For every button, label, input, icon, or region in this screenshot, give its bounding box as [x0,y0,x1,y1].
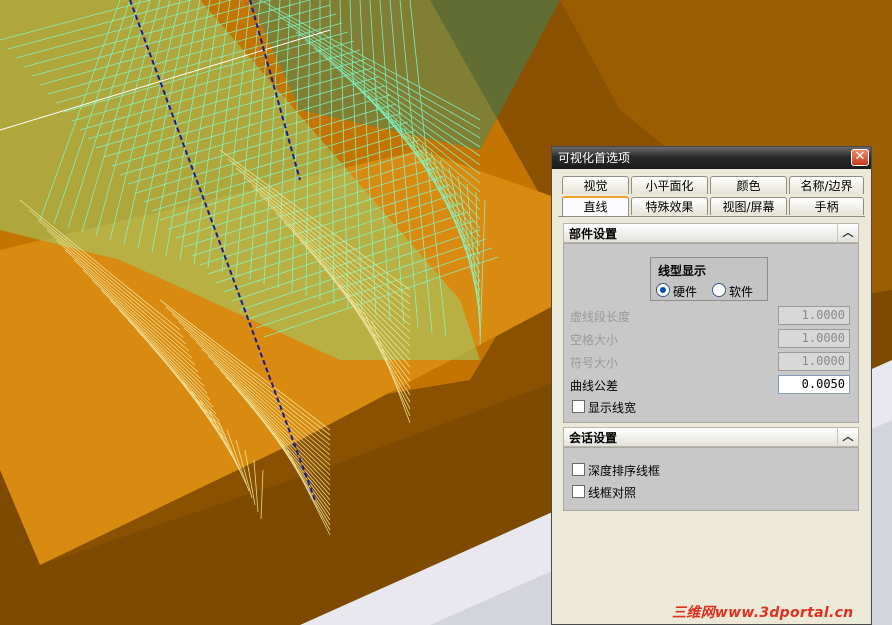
tab-handles[interactable]: 手柄 [789,197,864,215]
radio-software[interactable] [712,283,726,297]
depth-sort-wireframe-label: 深度排序线框 [588,464,661,478]
part-settings-header[interactable]: 部件设置 ︿ [563,223,859,243]
part-settings-title: 部件设置 [569,227,618,241]
show-line-width-checkbox[interactable] [572,400,585,413]
radio-hardware[interactable] [656,283,670,297]
collapse-chevron-icon[interactable]: ︿ [837,427,858,447]
tab-faceting[interactable]: 小平面化 [631,176,708,194]
tab-visual[interactable]: 视觉 [562,176,629,194]
linetype-display-group: 线型显示 硬件 软件 [650,257,768,301]
session-settings-header[interactable]: 会话设置 ︿ [563,427,859,447]
visualization-preferences-dialog: 可视化首选项 ✕ 视觉 小平面化 颜色 名称/边界 直线 特殊效果 视图/屏幕 … [551,146,872,625]
tab-divider [558,216,865,217]
dash-length-input[interactable]: 1.0000 [778,306,850,325]
tab-color[interactable]: 颜色 [710,176,787,194]
site-watermark: 三维网www.3dportal.cn [672,605,854,621]
radio-hardware-label: 硬件 [673,285,698,299]
linetype-group-title: 线型显示 [658,264,707,278]
collapse-chevron-icon[interactable]: ︿ [837,223,858,243]
symbol-size-label: 符号大小 [570,356,619,370]
session-settings-title: 会话设置 [569,431,618,445]
symbol-size-input[interactable]: 1.0000 [778,352,850,371]
wireframe-contrast-checkbox[interactable] [572,485,585,498]
tab-special-effects[interactable]: 特殊效果 [631,197,708,215]
radio-software-label: 软件 [729,285,754,299]
close-button[interactable]: ✕ [851,149,869,166]
session-settings-panel [563,447,859,511]
dialog-titlebar[interactable]: 可视化首选项 ✕ [552,147,871,169]
space-size-input[interactable]: 1.0000 [778,329,850,348]
close-icon: ✕ [854,149,866,164]
dash-length-label: 虚线段长度 [570,310,631,324]
curve-tolerance-label: 曲线公差 [570,379,619,393]
dialog-title: 可视化首选项 [558,151,631,165]
curve-tolerance-input[interactable]: 0.0050 [778,375,850,394]
tab-names-borders[interactable]: 名称/边界 [789,176,864,194]
tab-line[interactable]: 直线 [562,196,629,217]
wireframe-contrast-label: 线框对照 [588,486,637,500]
depth-sort-wireframe-checkbox[interactable] [572,463,585,476]
space-size-label: 空格大小 [570,333,619,347]
show-line-width-label: 显示线宽 [588,401,637,415]
tab-view-screen[interactable]: 视图/屏幕 [710,197,787,215]
